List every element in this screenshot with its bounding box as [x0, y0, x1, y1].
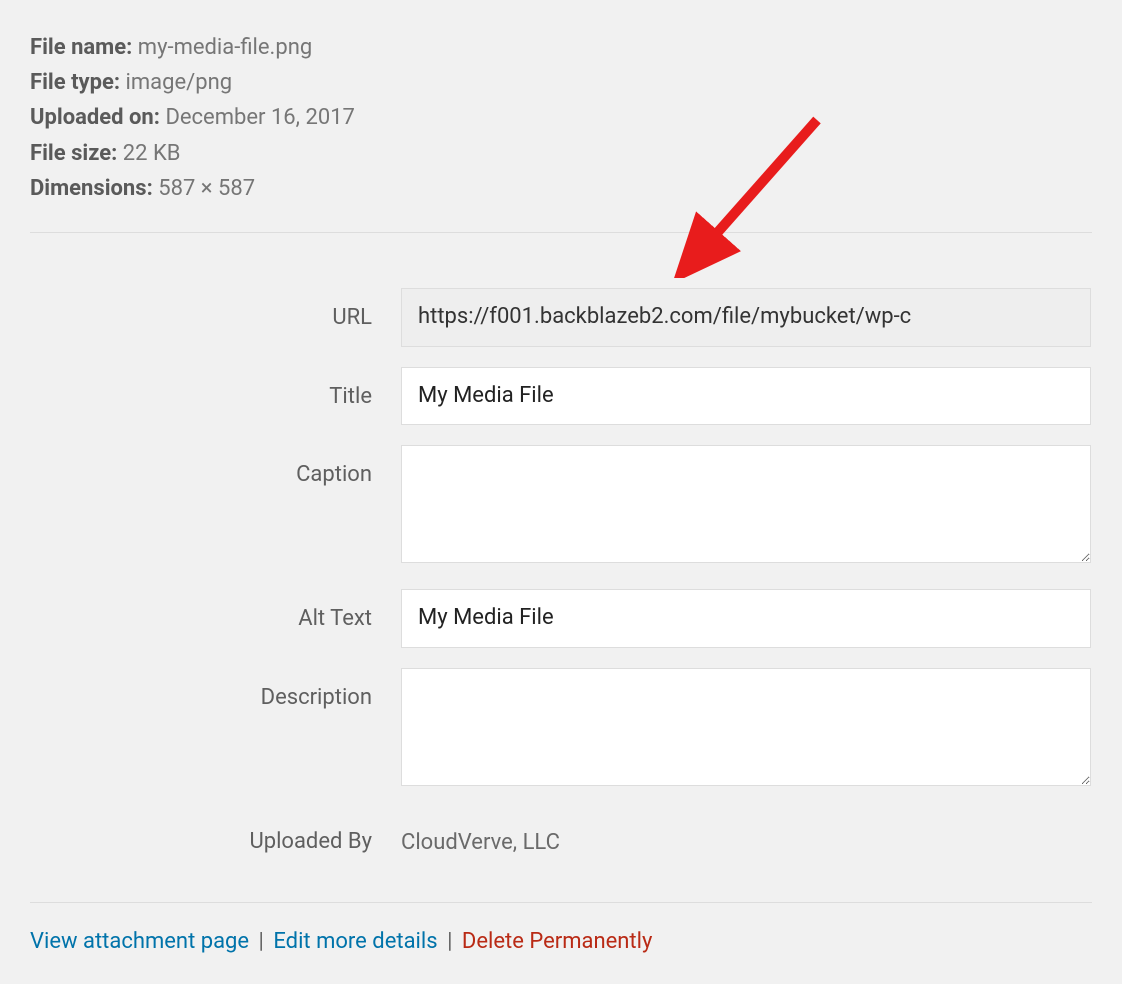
caption-label: Caption [296, 462, 372, 487]
uploaded-on-value: December 16, 2017 [165, 105, 354, 130]
file-name-label: File name: [30, 35, 132, 60]
alt-text-input[interactable] [401, 589, 1091, 648]
file-type-label: File type: [30, 70, 120, 95]
uploaded-by-label: Uploaded By [249, 829, 372, 854]
separator: | [255, 929, 274, 954]
view-attachment-link[interactable]: View attachment page [30, 929, 249, 954]
file-size-row: File size: 22 KB [30, 136, 1092, 171]
file-type-value: image/png [126, 70, 233, 95]
file-size-value: 22 KB [123, 141, 181, 166]
alt-text-label: Alt Text [298, 606, 372, 631]
url-label: URL [332, 305, 372, 330]
attachment-form: URL Title Caption Alt Text [30, 269, 1092, 874]
file-name-row: File name: my-media-file.png [30, 30, 1092, 65]
description-label: Description [261, 685, 372, 710]
title-input[interactable] [401, 367, 1091, 426]
file-type-row: File type: image/png [30, 65, 1092, 100]
actions-row: View attachment page | Edit more details… [30, 902, 1092, 954]
caption-textarea[interactable] [401, 445, 1091, 563]
dimensions-label: Dimensions: [30, 176, 153, 201]
description-textarea[interactable] [401, 668, 1091, 786]
separator: | [443, 929, 462, 954]
file-name-value: my-media-file.png [138, 35, 312, 60]
uploaded-by-value: CloudVerve, LLC [401, 812, 1091, 855]
file-size-label: File size: [30, 141, 117, 166]
uploaded-on-label: Uploaded on: [30, 105, 160, 130]
title-label: Title [329, 384, 372, 409]
attachment-details-panel: File name: my-media-file.png File type: … [0, 0, 1122, 984]
dimensions-row: Dimensions: 587 × 587 [30, 171, 1092, 206]
uploaded-on-row: Uploaded on: December 16, 2017 [30, 100, 1092, 135]
edit-details-link[interactable]: Edit more details [273, 929, 437, 954]
url-input[interactable] [401, 288, 1091, 347]
dimensions-value: 587 × 587 [158, 176, 255, 201]
file-meta-block: File name: my-media-file.png File type: … [30, 30, 1092, 233]
delete-permanently-link[interactable]: Delete Permanently [462, 929, 652, 954]
